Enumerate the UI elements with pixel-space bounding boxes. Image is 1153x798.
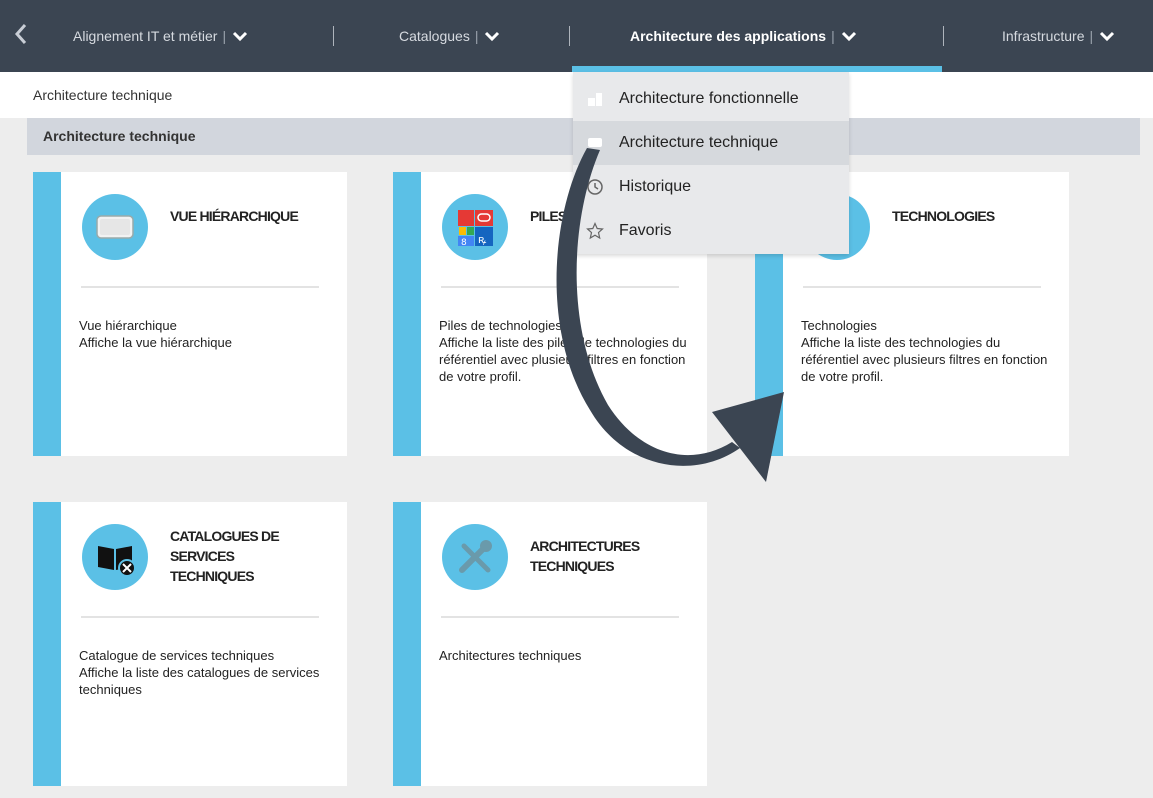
menu-item-label: Architecture technique [619,134,779,151]
card-description: Vue hiérarchique Affiche la vue hiérarch… [79,318,232,350]
nav-item-label: Catalogues [399,28,470,44]
menu-item-label: Architecture fonctionnelle [619,90,799,107]
history-icon [585,177,605,197]
card-divider [441,616,679,618]
card-accent-stripe [33,172,61,456]
svg-text:8: 8 [461,238,467,248]
card-description: Architectures techniques [439,648,582,663]
chevron-down-icon[interactable] [841,28,857,44]
chevron-down-icon[interactable] [484,28,500,44]
chevron-down-icon[interactable] [232,28,248,44]
card-accent-stripe [393,502,421,786]
card-architectures-techniques[interactable]: ARCHITECTURES TECHNIQUES Architectures t… [393,502,707,786]
nav-item-label: Infrastructure [1002,28,1085,44]
menu-item-architecture-technique[interactable]: Architecture technique [573,121,849,165]
card-vue-hierarchique[interactable]: VUE HIÉRARCHIQUE Vue hiérarchique Affich… [33,172,347,456]
menu-item-favoris[interactable]: Favoris [573,209,849,253]
card-accent-stripe [33,502,61,786]
nav-item-architecture-applications[interactable]: Architecture des applications | [630,0,857,72]
section-title: Architecture technique [43,128,196,144]
functional-architecture-icon [585,89,605,109]
menu-item-label: Historique [619,178,692,195]
card-accent-stripe [393,172,421,456]
card-description: Technologies Affiche la liste des techno… [801,318,1048,384]
nav-divider [569,26,570,46]
card-description: Catalogue de services techniques Affiche… [79,648,320,697]
nav-item-label: Alignement IT et métier [73,28,218,44]
menu-item-label: Favoris [619,222,672,239]
nav-divider [943,26,944,46]
technology-stack-icon: 8 ꝶ [442,194,508,260]
card-catalogues-services-techniques[interactable]: CATALOGUES DE SERVICES TECHNIQUES Catalo… [33,502,347,786]
card-divider [803,286,1041,288]
chevron-left-icon[interactable] [14,22,36,50]
card-divider [81,286,319,288]
nav-item-infrastructure[interactable]: Infrastructure | [1002,0,1115,72]
service-catalog-icon [82,524,148,590]
card-divider [81,616,319,618]
star-icon [585,221,605,241]
nav-divider [333,26,334,46]
card-title: ARCHITECTURES TECHNIQUES [530,538,640,574]
technical-architecture-icon [585,133,605,153]
tools-icon [442,524,508,590]
top-navigation: Alignement IT et métier | Catalogues | A… [0,0,1153,72]
card-title: TECHNOLOGIES [892,208,995,224]
nav-item-alignement[interactable]: Alignement IT et métier | [73,0,248,72]
card-title: CATALOGUES DE SERVICES TECHNIQUES [170,528,280,584]
card-divider [441,286,679,288]
nav-item-label: Architecture des applications [630,28,827,44]
menu-item-historique[interactable]: Historique [573,165,849,209]
hierarchy-view-icon [82,194,148,260]
chevron-down-icon[interactable] [1099,28,1115,44]
architecture-dropdown-menu: Architecture fonctionnelle Architecture … [573,72,849,254]
card-title: VUE HIÉRARCHIQUE [170,208,299,224]
breadcrumb: Architecture technique [33,87,173,103]
menu-item-architecture-fonctionnelle[interactable]: Architecture fonctionnelle [573,77,849,121]
card-description: Piles de technologies Affiche la liste d… [439,318,687,384]
nav-item-catalogues[interactable]: Catalogues | [399,0,500,72]
svg-text:ꝶ: ꝶ [478,233,487,246]
